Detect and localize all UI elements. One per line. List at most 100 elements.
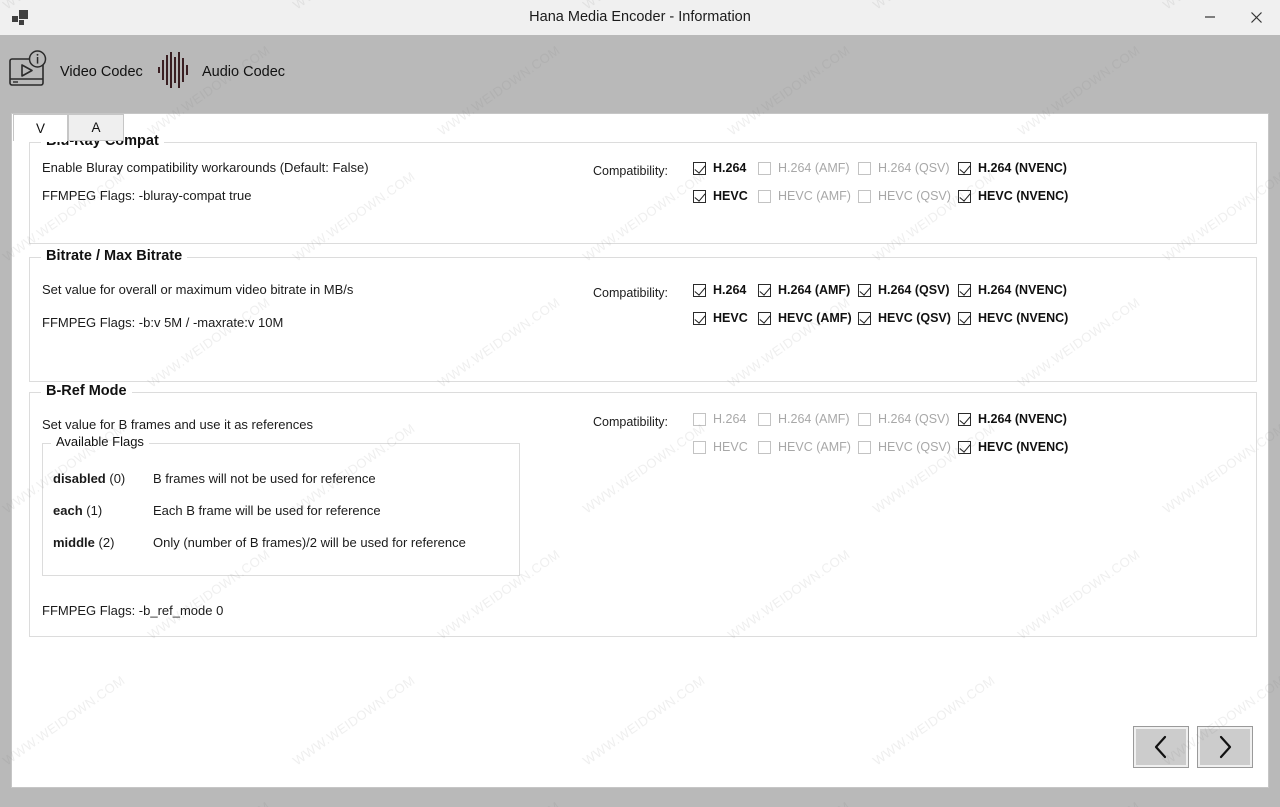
checkbox-box — [758, 161, 771, 175]
content-panel: Blu-Ray Compat Enable Bluray compatibili… — [11, 113, 1269, 788]
checkbox-hevc-amf[interactable]: HEVC (AMF) — [758, 189, 851, 203]
close-button[interactable] — [1233, 0, 1279, 34]
flag-name-text: disabled — [53, 471, 106, 486]
checkbox-label: HEVC (QSV) — [878, 440, 951, 454]
checkbox-label: H.264 (AMF) — [778, 412, 850, 426]
flag-row: each (1) Each B frame will be used for re… — [53, 503, 381, 518]
minimize-icon — [1205, 16, 1215, 18]
flag-number: (0) — [109, 471, 126, 486]
watermark-text: WWW.WEIDOWN.COM — [725, 799, 853, 807]
close-icon — [1250, 11, 1262, 23]
compatibility-label: Compatibility: — [593, 415, 669, 429]
checkbox-label: HEVC (AMF) — [778, 440, 851, 454]
ffmpeg-flags-text: FFMPEG Flags: -bluray-compat true — [42, 188, 252, 203]
checkbox-hevc-nvenc[interactable]: HEVC (NVENC) — [958, 189, 1068, 203]
flag-name: each (1) — [53, 503, 153, 518]
toolbar-item-audio-codec[interactable]: Audio Codec — [156, 35, 285, 109]
title-bar: Hana Media Encoder - Information — [0, 0, 1280, 35]
checkbox-hevc[interactable]: HEVC — [693, 311, 748, 325]
window-title: Hana Media Encoder - Information — [529, 9, 751, 25]
checkbox-label: HEVC (QSV) — [878, 311, 951, 325]
checkbox-hevc-qsv[interactable]: HEVC (QSV) — [858, 311, 951, 325]
next-button[interactable] — [1197, 726, 1253, 768]
checkbox-hevc[interactable]: HEVC — [693, 440, 748, 454]
checkbox-label: HEVC (NVENC) — [978, 189, 1069, 203]
checkbox-label: HEVC (NVENC) — [978, 440, 1069, 454]
checkbox-h264-qsv[interactable]: H.264 (QSV) — [858, 161, 950, 175]
checkbox-box — [693, 412, 706, 426]
checkbox-label: H.264 — [713, 412, 747, 426]
checkbox-label: H.264 (AMF) — [778, 283, 851, 297]
checkbox-box — [858, 189, 871, 203]
section-b-ref-mode: B-Ref Mode Set value for B frames and us… — [29, 383, 1257, 637]
available-flags-title: Available Flags — [51, 434, 149, 449]
checkbox-box — [758, 283, 771, 297]
flag-description: B frames will not be used for reference — [153, 471, 376, 486]
checkbox-h264[interactable]: H.264 — [693, 412, 746, 426]
section-blu-ray-compat: Blu-Ray Compat Enable Bluray compatibili… — [29, 133, 1257, 244]
checkbox-hevc-nvenc[interactable]: HEVC (NVENC) — [958, 440, 1068, 454]
section-description: Set value for B frames and use it as ref… — [42, 417, 313, 432]
tab-label: A — [91, 120, 101, 135]
tab-strip: V A — [11, 114, 1269, 142]
checkbox-hevc[interactable]: HEVC — [693, 189, 748, 203]
checkbox-label: H.264 — [713, 283, 747, 297]
compatibility-label: Compatibility: — [593, 286, 669, 300]
flag-name-text: middle — [53, 535, 95, 550]
flag-name-text: each — [53, 503, 83, 518]
checkbox-box — [858, 283, 871, 297]
toolbar-item-video-codec[interactable]: Video Codec — [8, 35, 143, 109]
checkbox-h264-nvenc[interactable]: H.264 (NVENC) — [958, 283, 1067, 297]
checkbox-label: HEVC (AMF) — [778, 189, 851, 203]
checkbox-h264-amf[interactable]: H.264 (AMF) — [758, 161, 850, 175]
checkbox-box — [758, 412, 771, 426]
ffmpeg-flags-text: FFMPEG Flags: -b_ref_mode 0 — [42, 603, 224, 618]
checkbox-label: H.264 (QSV) — [878, 412, 950, 426]
toolbar-item-label: Video Codec — [60, 64, 143, 80]
video-info-icon — [8, 49, 50, 95]
chevron-right-icon — [1219, 735, 1232, 759]
checkbox-box — [858, 311, 871, 325]
checkbox-label: HEVC (AMF) — [778, 311, 852, 325]
available-flags-group: Available Flags disabled (0) B frames wil… — [42, 434, 520, 576]
checkbox-h264-amf[interactable]: H.264 (AMF) — [758, 412, 850, 426]
tab-a[interactable]: A — [68, 114, 124, 141]
tab-v[interactable]: V — [13, 114, 68, 141]
checkbox-box — [758, 311, 771, 325]
checkbox-label: HEVC — [713, 440, 748, 454]
checkbox-hevc-qsv[interactable]: HEVC (QSV) — [858, 189, 951, 203]
checkbox-h264[interactable]: H.264 — [693, 161, 746, 175]
watermark-text: WWW.WEIDOWN.COM — [145, 799, 273, 807]
checkbox-hevc-amf[interactable]: HEVC (AMF) — [758, 311, 852, 325]
section-bitrate-max-bitrate: Bitrate / Max Bitrate Set value for over… — [29, 248, 1257, 382]
checkbox-h264[interactable]: H.264 — [693, 283, 746, 297]
checkbox-h264-nvenc[interactable]: H.264 (NVENC) — [958, 412, 1067, 426]
checkbox-hevc-amf[interactable]: HEVC (AMF) — [758, 440, 851, 454]
section-title: Bitrate / Max Bitrate — [41, 248, 188, 264]
flag-description: Only (number of B frames)/2 will be used… — [153, 535, 466, 550]
checkbox-label: H.264 (NVENC) — [978, 412, 1067, 426]
checkbox-label: HEVC (NVENC) — [978, 311, 1069, 325]
chevron-left-icon — [1154, 735, 1167, 759]
checkbox-box — [693, 440, 706, 454]
checkbox-label: HEVC (QSV) — [878, 189, 951, 203]
checkbox-box — [758, 189, 771, 203]
checkbox-box — [958, 161, 971, 175]
checkbox-hevc-nvenc[interactable]: HEVC (NVENC) — [958, 311, 1068, 325]
application-window: Hana Media Encoder - Information Video C… — [0, 0, 1280, 807]
checkbox-h264-amf[interactable]: H.264 (AMF) — [758, 283, 850, 297]
checkbox-label: HEVC — [713, 189, 748, 203]
minimize-button[interactable] — [1187, 0, 1233, 34]
section-description: Enable Bluray compatibility workarounds … — [42, 160, 369, 175]
previous-button[interactable] — [1133, 726, 1189, 768]
checkbox-h264-nvenc[interactable]: H.264 (NVENC) — [958, 161, 1067, 175]
checkbox-hevc-qsv[interactable]: HEVC (QSV) — [858, 440, 951, 454]
flag-row: middle (2) Only (number of B frames)/2 wi… — [53, 535, 466, 550]
flag-name: middle (2) — [53, 535, 153, 550]
checkbox-box — [693, 161, 706, 175]
checkbox-label: H.264 (QSV) — [878, 283, 950, 297]
checkbox-h264-qsv[interactable]: H.264 (QSV) — [858, 412, 950, 426]
toolbar: Video Codec Audio Codec — [0, 35, 1280, 109]
checkbox-label: H.264 (NVENC) — [978, 161, 1067, 175]
checkbox-h264-qsv[interactable]: H.264 (QSV) — [858, 283, 950, 297]
